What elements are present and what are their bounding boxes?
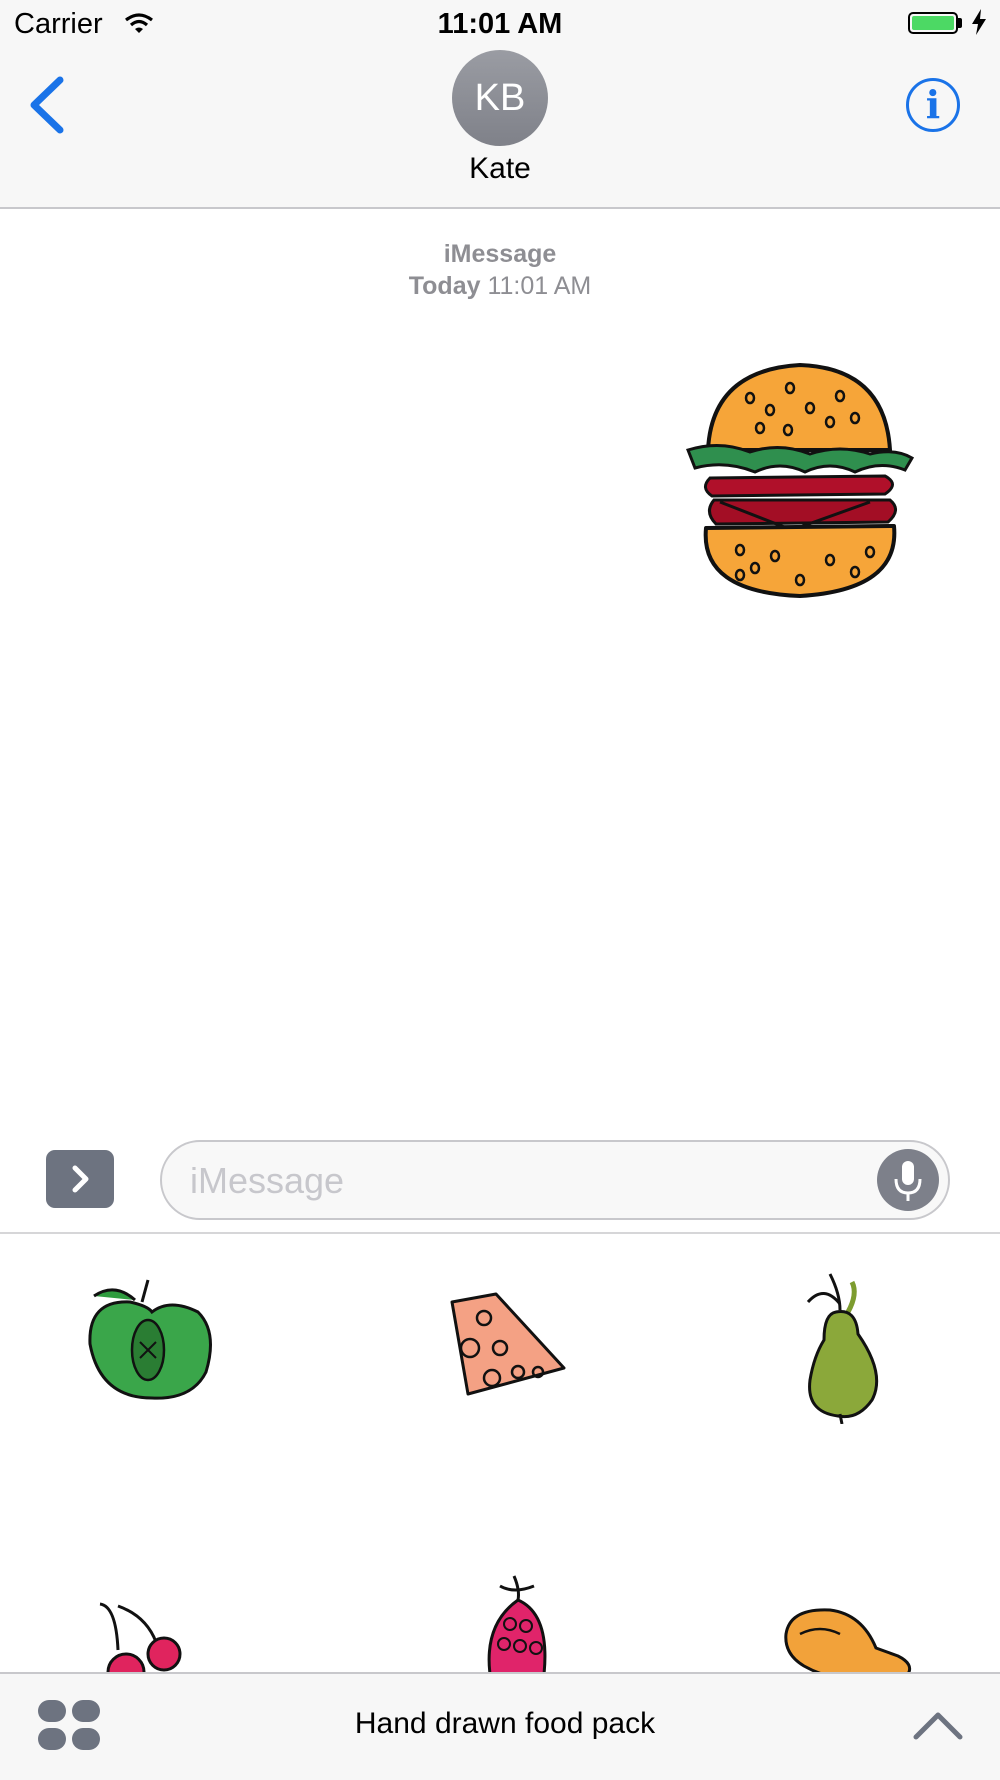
dictation-button[interactable]: [877, 1149, 939, 1211]
apple-sticker[interactable]: [80, 1272, 220, 1402]
message-timestamp: Today 11:01 AM: [0, 272, 1000, 301]
chicken-leg-sticker[interactable]: [780, 1604, 920, 1672]
service-label: iMessage: [443, 240, 557, 268]
chevron-up-icon: [913, 1712, 963, 1740]
message-input-placeholder: iMessage: [190, 1160, 345, 1201]
info-button[interactable]: i: [906, 78, 960, 132]
sticker-drawer: [0, 1234, 1000, 1672]
cherry-sticker[interactable]: [96, 1602, 196, 1672]
timestamp-day: Today: [408, 272, 481, 300]
battery-tip: [958, 18, 962, 28]
microphone-icon: [894, 1161, 922, 1201]
status-time: 11:01 AM: [437, 8, 563, 40]
expand-apps-button[interactable]: [46, 1150, 114, 1208]
expand-drawer-button[interactable]: [910, 1707, 966, 1743]
timestamp-time: 11:01 AM: [487, 272, 592, 300]
charging-bolt-icon: [972, 9, 986, 35]
raspberry-sticker[interactable]: [480, 1574, 560, 1672]
pear-sticker[interactable]: [800, 1264, 890, 1424]
battery-icon: [908, 12, 958, 34]
chevron-right-icon: [72, 1165, 89, 1193]
chevron-left-icon: [30, 76, 64, 134]
back-button[interactable]: [20, 70, 80, 140]
battery-level: [912, 16, 954, 30]
contact-avatar[interactable]: KB: [452, 50, 548, 146]
contact-name[interactable]: Kate: [0, 152, 1000, 186]
hamburger-sticker[interactable]: [680, 360, 920, 600]
cheese-sticker[interactable]: [448, 1290, 568, 1400]
sticker-pack-title: Hand drawn food pack: [354, 1707, 656, 1740]
